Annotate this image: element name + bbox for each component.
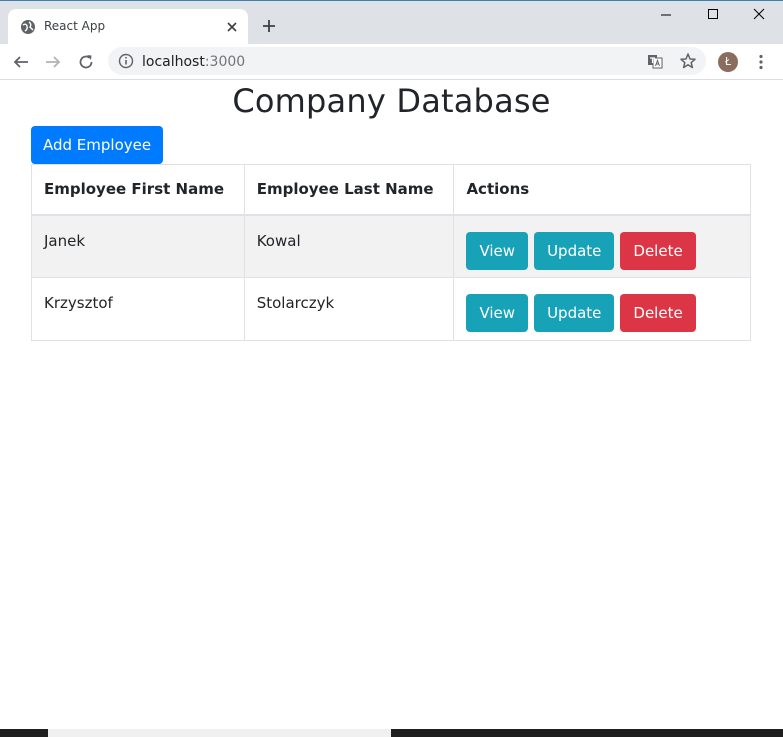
employee-table: Employee First Name Employee Last Name A… <box>31 164 751 341</box>
delete-button[interactable]: Delete <box>620 231 696 270</box>
reload-icon[interactable] <box>77 53 95 71</box>
address-bar[interactable]: localhost:3000 <box>108 47 706 75</box>
last-name-cell: Stolarczyk <box>243 277 455 341</box>
os-taskbar <box>0 729 783 737</box>
url-host: localhost <box>142 54 205 70</box>
table-row: Janek Kowal View Update Delete <box>31 214 751 278</box>
kebab-menu-icon[interactable] <box>752 53 770 71</box>
browser-titlebar: React App <box>0 0 783 45</box>
update-button[interactable]: Update <box>534 231 615 270</box>
update-button[interactable]: Update <box>534 294 615 332</box>
table-header-row: Employee First Name Employee Last Name A… <box>31 164 751 216</box>
actions-cell: View Update Delete <box>453 277 751 341</box>
browser-toolbar: localhost:3000 Ł <box>0 44 783 80</box>
browser-tab[interactable]: React App <box>8 9 248 45</box>
translate-icon[interactable] <box>647 53 663 69</box>
back-arrow-icon[interactable] <box>12 53 30 71</box>
close-tab-icon[interactable] <box>224 19 240 35</box>
tab-title: React App <box>44 19 106 33</box>
first-name-cell: Krzysztof <box>31 277 245 341</box>
close-window-icon[interactable] <box>752 7 766 21</box>
info-icon[interactable] <box>118 53 134 69</box>
profile-avatar[interactable]: Ł <box>718 52 738 72</box>
header-actions: Actions <box>453 164 751 216</box>
maximize-icon[interactable] <box>706 7 720 21</box>
last-name-cell: Kowal <box>243 214 455 278</box>
actions-cell: View Update Delete <box>453 214 751 278</box>
forward-arrow-icon[interactable] <box>44 53 62 71</box>
header-last-name: Employee Last Name <box>243 164 455 216</box>
new-tab-icon[interactable] <box>260 17 278 35</box>
add-employee-button[interactable]: Add Employee <box>31 126 164 164</box>
delete-button[interactable]: Delete <box>620 294 696 332</box>
view-button[interactable]: View <box>466 294 529 332</box>
globe-icon <box>21 20 35 34</box>
header-first-name: Employee First Name <box>31 164 245 216</box>
url-text[interactable]: localhost:3000 <box>142 54 245 70</box>
page-title: Company Database <box>232 82 551 120</box>
minimize-icon[interactable] <box>659 7 673 21</box>
bookmark-star-icon[interactable] <box>679 52 697 70</box>
view-button[interactable]: View <box>466 231 529 270</box>
url-port: :3000 <box>204 54 246 70</box>
table-row: Krzysztof Stolarczyk View Update Delete <box>31 277 751 341</box>
taskbar-search-box[interactable] <box>48 729 391 737</box>
first-name-cell: Janek <box>31 214 245 278</box>
